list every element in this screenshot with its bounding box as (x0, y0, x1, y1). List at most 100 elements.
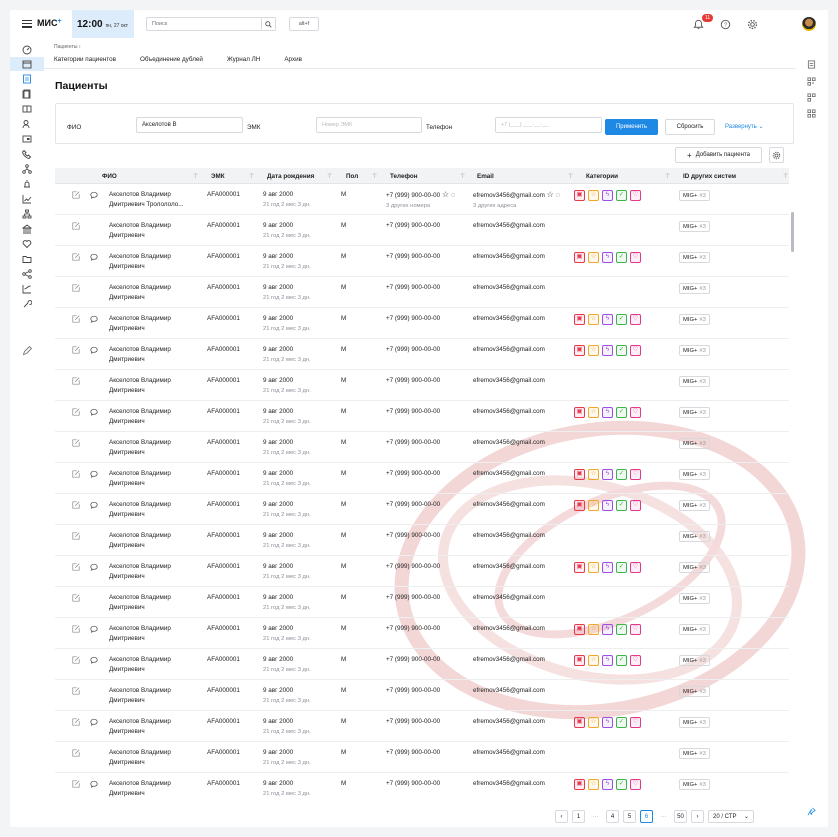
patient-name[interactable]: Акселотов Владимир Дмитриевич (109, 748, 171, 768)
filter-icon[interactable]: ⊤ (460, 173, 465, 180)
other-system-id[interactable]: MIG+ #3 (679, 190, 710, 201)
tab-archive[interactable]: Архив (284, 56, 302, 63)
other-system-id[interactable]: MIG+ #3 (679, 407, 710, 418)
table-row[interactable]: Акселотов Владимир Дмитриевич AFA000001 9 а… (55, 742, 789, 773)
star-icon[interactable]: ☆ (588, 345, 599, 356)
next-page-button[interactable]: › (691, 810, 704, 823)
lightning-icon[interactable]: ϟ (602, 190, 613, 201)
check-icon[interactable]: ✓ (616, 624, 627, 635)
table-row[interactable]: Акселотов Владимир Дмитриевич AFA000001 9 а… (55, 711, 789, 742)
chat-icon[interactable] (90, 346, 98, 354)
check-icon[interactable]: ✓ (616, 190, 627, 201)
col-other-ids[interactable]: ID других систем (683, 173, 736, 180)
dashboard-icon[interactable] (22, 45, 32, 55)
trophy-icon[interactable]: ♡ (630, 562, 641, 573)
barcode-icon[interactable] (807, 109, 816, 118)
table-row[interactable]: Акселотов Владимир Дмитриевич AFA000001 9 а… (55, 587, 789, 618)
stats-icon[interactable] (22, 284, 32, 294)
table-row[interactable]: Акселотов Владимир Дмитриевич AFA000001 9 а… (55, 246, 789, 277)
table-row[interactable]: Акселотов Владимир Дмитриевич AFA000001 9 а… (55, 556, 789, 587)
other-system-id[interactable]: MIG+ #3 (679, 283, 710, 294)
lightning-icon[interactable]: ϟ (602, 655, 613, 666)
patient-name[interactable]: Акселотов Владимир Дмитриевич (109, 593, 171, 613)
star-icon[interactable]: ☆ (588, 655, 599, 666)
card-icon[interactable]: ▣ (574, 779, 585, 790)
other-system-id[interactable]: MIG+ #3 (679, 314, 710, 325)
users-icon[interactable] (22, 119, 32, 129)
check-icon[interactable]: ✓ (616, 655, 627, 666)
phone-input[interactable]: +7 (___) ___-__-__ (495, 117, 602, 133)
chart-icon[interactable] (22, 194, 32, 204)
star-icon[interactable]: ☆ (588, 624, 599, 635)
col-email[interactable]: Email (477, 173, 494, 180)
trophy-icon[interactable]: ♡ (630, 252, 641, 263)
chat-icon[interactable] (90, 408, 98, 416)
edit-icon[interactable] (72, 284, 80, 292)
edit-icon[interactable] (72, 687, 80, 695)
star-icon[interactable]: ☆ (588, 252, 599, 263)
table-row[interactable]: Акселотов Владимир Дмитриевич AFA000001 9 а… (55, 432, 789, 463)
other-system-id[interactable]: MIG+ #3 (679, 438, 710, 449)
trophy-icon[interactable]: ♡ (630, 717, 641, 728)
check-icon[interactable]: ✓ (616, 717, 627, 728)
other-system-id[interactable]: MIG+ #3 (679, 562, 710, 573)
card-icon[interactable]: ▣ (574, 624, 585, 635)
col-fio[interactable]: ФИО (102, 173, 117, 180)
search-input[interactable] (147, 21, 259, 27)
edit-icon[interactable] (72, 532, 80, 540)
edit-icon[interactable] (72, 501, 80, 509)
menu-icon[interactable] (22, 20, 32, 28)
structure-icon[interactable] (22, 209, 32, 219)
patients-icon[interactable] (22, 74, 32, 84)
avatar[interactable] (802, 17, 816, 31)
patient-name[interactable]: Акселотов Владимир Дмитриевич (109, 655, 171, 675)
trophy-icon[interactable]: ♡ (630, 314, 641, 325)
other-system-id[interactable]: MIG+ #3 (679, 221, 710, 232)
check-icon[interactable]: ✓ (616, 500, 627, 511)
edit-icon[interactable] (72, 594, 80, 602)
edit-icon[interactable] (72, 315, 80, 323)
other-system-id[interactable]: MIG+ #3 (679, 624, 710, 635)
more-phones[interactable]: 3 других номера (386, 201, 455, 211)
check-icon[interactable]: ✓ (616, 562, 627, 573)
card-icon[interactable]: ▣ (574, 407, 585, 418)
chat-icon[interactable] (90, 253, 98, 261)
edit-icon[interactable] (72, 656, 80, 664)
prev-page-button[interactable]: ‹ (555, 810, 568, 823)
card-icon[interactable]: ▣ (574, 190, 585, 201)
lightning-icon[interactable]: ϟ (602, 562, 613, 573)
patient-name[interactable]: Акселотов Владимир Дмитриевич (109, 624, 171, 644)
tree-icon[interactable] (22, 164, 32, 174)
edit-icon[interactable] (72, 408, 80, 416)
pin-icon[interactable] (807, 807, 816, 816)
other-system-id[interactable]: MIG+ #3 (679, 655, 710, 666)
other-system-id[interactable]: MIG+ #3 (679, 717, 710, 728)
pagination-ellipsis[interactable]: ··· (589, 810, 602, 823)
col-categories[interactable]: Категории (586, 173, 618, 180)
lightning-icon[interactable]: ϟ (602, 469, 613, 480)
expand-link[interactable]: Развернуть ⌄ (725, 123, 764, 130)
card-icon[interactable]: ▣ (574, 469, 585, 480)
chat-icon[interactable]: ◌ (554, 192, 560, 199)
documents-icon[interactable] (22, 89, 32, 99)
more-emails[interactable]: 3 других адреса (473, 201, 560, 211)
check-icon[interactable]: ✓ (616, 779, 627, 790)
card-icon[interactable]: ▣ (574, 345, 585, 356)
other-system-id[interactable]: MIG+ #3 (679, 345, 710, 356)
trophy-icon[interactable]: ♡ (630, 779, 641, 790)
chat-icon[interactable] (90, 315, 98, 323)
table-row[interactable]: Акселотов Владимир Дмитриевич AFA000001 9 а… (55, 525, 789, 556)
patient-name[interactable]: Акселотов Владимир Дмитриевич (109, 531, 171, 551)
card-icon[interactable]: ▣ (574, 252, 585, 263)
table-row[interactable]: Акселотов Владимир Дмитриевич AFA000001 9 а… (55, 308, 789, 339)
edit-icon[interactable] (72, 377, 80, 385)
tool-icon[interactable] (22, 299, 32, 309)
heart-icon[interactable] (22, 239, 32, 249)
reset-button[interactable]: Сбросить (665, 119, 715, 135)
phone-icon[interactable] (22, 149, 32, 159)
patient-name[interactable]: Акселотов Владимир Дмитриевич (109, 779, 171, 799)
chat-icon[interactable] (90, 780, 98, 788)
trophy-icon[interactable]: ♡ (630, 624, 641, 635)
table-row[interactable]: Акселотов Владимир Дмитриевич AFA000001 9 а… (55, 680, 789, 711)
patient-name[interactable]: Акселотов Владимир Дмитриевич (109, 252, 171, 272)
